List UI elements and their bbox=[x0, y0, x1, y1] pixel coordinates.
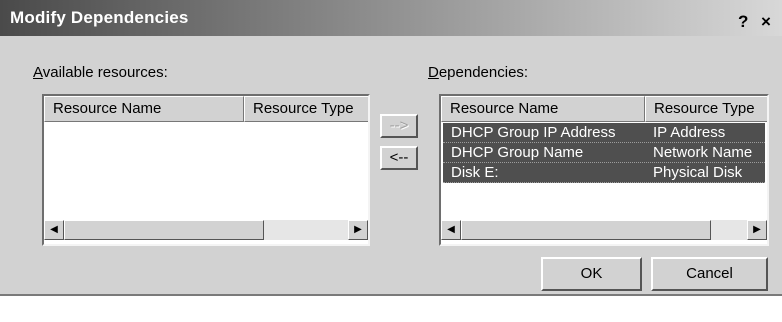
column-header-resource-type[interactable]: Resource Type bbox=[645, 96, 767, 122]
dependency-name: Disk E: bbox=[451, 164, 499, 181]
available-resources-list[interactable]: Resource Name Resource Type ◀ ▶ bbox=[42, 94, 370, 246]
remove-dependency-button[interactable]: <-- bbox=[380, 146, 418, 170]
dependency-name: DHCP Group IP Address bbox=[451, 124, 616, 141]
column-header-resource-type[interactable]: Resource Type bbox=[244, 96, 368, 122]
cancel-button[interactable]: Cancel bbox=[651, 257, 768, 291]
dependency-row[interactable]: DHCP Group IP Address IP Address bbox=[443, 123, 765, 143]
dependencies-horizontal-scrollbar[interactable]: ◀ ▶ bbox=[441, 220, 767, 240]
available-resources-label: Available resources: bbox=[33, 64, 168, 81]
scroll-right-arrow-icon[interactable]: ▶ bbox=[747, 220, 767, 240]
window-title: Modify Dependencies bbox=[10, 8, 189, 27]
dependencies-label: Dependencies: bbox=[428, 64, 529, 81]
dependencies-list[interactable]: Resource Name Resource Type DHCP Group I… bbox=[439, 94, 769, 246]
help-button[interactable]: ? bbox=[738, 12, 748, 32]
available-horizontal-scrollbar[interactable]: ◀ ▶ bbox=[44, 220, 368, 240]
dependencies-list-header: Resource Name Resource Type bbox=[441, 96, 767, 122]
dependency-type: IP Address bbox=[653, 124, 726, 141]
add-dependency-button[interactable]: --> bbox=[380, 114, 418, 138]
close-button[interactable]: × bbox=[761, 12, 771, 32]
dependency-name: DHCP Group Name bbox=[451, 144, 584, 161]
dependency-row[interactable]: DHCP Group Name Network Name bbox=[443, 143, 765, 163]
scroll-thumb[interactable] bbox=[461, 220, 711, 240]
dependency-type: Physical Disk bbox=[653, 164, 743, 181]
scroll-thumb[interactable] bbox=[64, 220, 264, 240]
available-list-header: Resource Name Resource Type bbox=[44, 96, 368, 122]
dependency-type: Network Name bbox=[653, 144, 753, 161]
scroll-right-arrow-icon[interactable]: ▶ bbox=[348, 220, 368, 240]
dependency-row[interactable]: Disk E: Physical Disk bbox=[443, 163, 765, 183]
title-bar: Modify Dependencies ? × bbox=[0, 0, 782, 36]
modify-dependencies-dialog: Modify Dependencies ? × Available resour… bbox=[0, 0, 782, 296]
ok-button[interactable]: OK bbox=[541, 257, 642, 291]
column-header-resource-name[interactable]: Resource Name bbox=[441, 96, 645, 122]
scroll-left-arrow-icon[interactable]: ◀ bbox=[441, 220, 461, 240]
column-header-resource-name[interactable]: Resource Name bbox=[44, 96, 244, 122]
scroll-left-arrow-icon[interactable]: ◀ bbox=[44, 220, 64, 240]
